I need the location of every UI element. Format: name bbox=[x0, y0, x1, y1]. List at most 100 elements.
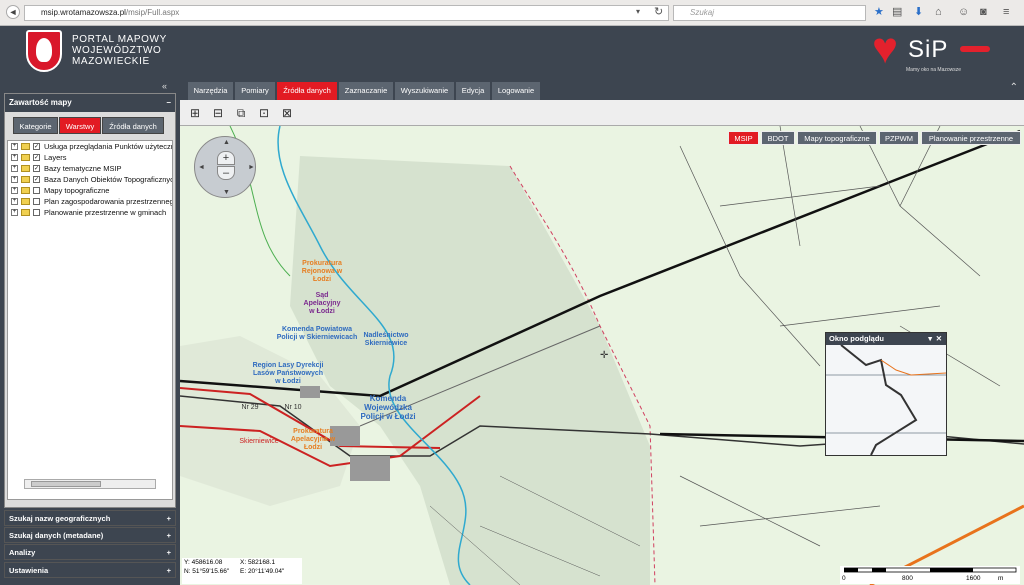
msip-logo: ♥ SiP Mamy oko na Mazowsze bbox=[872, 24, 992, 74]
tab-zrodla-danych[interactable]: Źródła danych bbox=[102, 117, 164, 134]
url-bar[interactable]: msip.wrotamazowsza.pl/msip/Full.aspx bbox=[24, 5, 669, 21]
layer-checkbox[interactable]: ✓ bbox=[33, 176, 40, 183]
expand-tree-icon[interactable]: + bbox=[11, 143, 18, 150]
pan-up-icon[interactable]: ▲ bbox=[223, 139, 230, 146]
accordion-label: Analizy bbox=[9, 548, 36, 557]
accordion-geo-names[interactable]: Szukaj nazw geograficznych + bbox=[4, 510, 176, 526]
accordion-metadata[interactable]: Szukaj danych (metadane) + bbox=[4, 527, 176, 543]
layer-folder-icon bbox=[21, 176, 30, 183]
layer-tree-item[interactable]: + Plan zagospodarowania przestrzennego bbox=[8, 196, 172, 207]
scale-label: 800 bbox=[902, 575, 913, 582]
minimize-icon[interactable]: – bbox=[167, 94, 171, 112]
zoom-in-button[interactable]: + bbox=[217, 151, 235, 165]
expand-tree-icon[interactable]: + bbox=[11, 209, 18, 216]
collapse-panel-icon[interactable]: « bbox=[162, 81, 167, 91]
map-label: Nr 10 bbox=[284, 404, 302, 411]
layer-tree-list: + ✓ Usługa przeglądania Punktów użytecznoś… bbox=[8, 141, 172, 218]
layer-tree-item[interactable]: + ✓ Layers bbox=[8, 152, 172, 163]
tab-pomiary[interactable]: Pomiary bbox=[235, 82, 276, 100]
tab-zrodla-danych-main[interactable]: Źródła danych bbox=[277, 82, 338, 100]
expand-tree-icon[interactable]: + bbox=[11, 198, 18, 205]
browser-bar: ◄ msip.wrotamazowsza.pl/msip/Full.aspx ▾… bbox=[0, 0, 1024, 26]
pocket-icon[interactable]: ◙ bbox=[980, 6, 987, 18]
map-navigation-control[interactable]: ▲ ▼ ◄ ► + – bbox=[194, 136, 256, 198]
dropdown-icon[interactable]: ▾ bbox=[928, 333, 932, 345]
layer-tree-item[interactable]: + Planowanie przestrzenne w gminach bbox=[8, 207, 172, 218]
close-icon[interactable]: ✕ bbox=[936, 333, 942, 345]
tab-kategorie[interactable]: Kategorie bbox=[13, 117, 58, 134]
layer-checkbox[interactable]: ✓ bbox=[33, 143, 40, 150]
scale-unit: m bbox=[998, 575, 1004, 582]
pan-left-icon[interactable]: ◄ bbox=[198, 164, 205, 171]
bookmark-star-icon[interactable]: ★ bbox=[874, 6, 884, 18]
add-document-icon[interactable]: ⊡ bbox=[256, 105, 272, 121]
layer-tree-item[interactable]: + ✓ Usługa przeglądania Punktów użytecznoś… bbox=[8, 141, 172, 152]
layer-button-bdot[interactable]: BDOT bbox=[761, 131, 795, 145]
accordion-analyses[interactable]: Analizy + bbox=[4, 544, 176, 560]
download-icon[interactable]: ⬇ bbox=[914, 6, 923, 18]
browser-search-input[interactable]: Szukaj bbox=[673, 5, 866, 21]
menu-icon[interactable]: ≡ bbox=[1003, 6, 1009, 18]
coordinates-readout: Y: 458616.08 X: 582168.1 N: 51°59'15.66" E… bbox=[182, 558, 302, 584]
pan-right-icon[interactable]: ► bbox=[248, 164, 255, 171]
layer-button-planowanie[interactable]: Planowanie przestrzenne bbox=[921, 131, 1021, 145]
layer-checkbox[interactable]: ✓ bbox=[33, 165, 40, 172]
mazowsze-crest-logo bbox=[26, 30, 62, 72]
add-layer-icon[interactable]: ⧉ bbox=[233, 105, 249, 121]
dropdown-icon[interactable]: ▾ bbox=[636, 6, 640, 18]
home-icon[interactable]: ⌂ bbox=[935, 6, 942, 18]
heart-icon: ♥ bbox=[872, 24, 899, 73]
chat-icon[interactable]: ☺ bbox=[958, 6, 969, 18]
zoom-out-button[interactable]: – bbox=[217, 166, 235, 180]
map-contents-panel: Zawartość mapy – Kategorie Warstwy Źródł… bbox=[4, 93, 176, 508]
expand-tree-icon[interactable]: + bbox=[11, 187, 18, 194]
map-label: Region Lasy Dyrekcji Lasów Państwowych w… bbox=[252, 362, 324, 385]
hierarchy-icon[interactable]: ⊞ bbox=[187, 105, 203, 121]
map-label: Komenda Wojewódzka Policji w Łodzi bbox=[360, 394, 416, 421]
back-icon[interactable]: ◄ bbox=[6, 5, 20, 19]
layer-checkbox[interactable] bbox=[33, 198, 40, 205]
layer-folder-icon bbox=[21, 165, 30, 172]
logo-bar bbox=[960, 46, 990, 52]
map-canvas[interactable]: ▲ ▼ ◄ ► + – MSIP BDOT Mapy topograficzne… bbox=[180, 126, 1024, 585]
layer-tree-item[interactable]: + Mapy topograficzne bbox=[8, 185, 172, 196]
layer-folder-icon bbox=[21, 187, 30, 194]
layer-checkbox[interactable] bbox=[33, 209, 40, 216]
logo-text: SiP bbox=[908, 36, 949, 63]
expand-tree-icon[interactable]: + bbox=[11, 165, 18, 172]
layer-tree-item[interactable]: + ✓ Bazy tematyczne MSIP bbox=[8, 163, 172, 174]
tab-logowanie[interactable]: Logowanie bbox=[492, 82, 541, 100]
tab-zaznaczanie[interactable]: Zaznaczanie bbox=[339, 82, 394, 100]
layer-button-topo[interactable]: Mapy topograficzne bbox=[797, 131, 877, 145]
tab-warstwy[interactable]: Warstwy bbox=[59, 117, 101, 134]
collapse-header-icon[interactable]: ⌃ bbox=[1010, 82, 1018, 93]
layer-label: Plan zagospodarowania przestrzennego bbox=[44, 197, 172, 206]
map-label: Prokuratura Rejonowa w Łodzi bbox=[301, 260, 343, 283]
map-label: Nr 29 bbox=[241, 404, 259, 411]
layer-checkbox[interactable]: ✓ bbox=[33, 154, 40, 161]
accordion-label: Szukaj nazw geograficznych bbox=[9, 514, 111, 523]
hierarchy-add-icon[interactable]: ⊟ bbox=[210, 105, 226, 121]
layer-button-pzpwm[interactable]: PZPWM bbox=[879, 131, 919, 145]
preview-window[interactable]: Okno podglądu ▾ ✕ bbox=[825, 332, 947, 456]
remove-layer-icon[interactable]: ⊠ bbox=[279, 105, 295, 121]
clipboard-icon[interactable]: ▤ bbox=[892, 6, 902, 18]
accordion-label: Szukaj danych (metadane) bbox=[9, 531, 104, 540]
expand-icon: + bbox=[166, 514, 171, 523]
expand-tree-icon[interactable]: + bbox=[11, 176, 18, 183]
reload-icon[interactable]: ↻ bbox=[654, 6, 663, 18]
pan-down-icon[interactable]: ▼ bbox=[223, 189, 230, 196]
horizontal-scrollbar[interactable] bbox=[24, 479, 156, 489]
layer-button-msip[interactable]: MSIP bbox=[728, 131, 759, 145]
tab-edycja[interactable]: Edycja bbox=[456, 82, 491, 100]
layer-checkbox[interactable] bbox=[33, 187, 40, 194]
layer-tree-item[interactable]: + ✓ Baza Danych Obiektów Topograficznych bbox=[8, 174, 172, 185]
map-label: Sąd Apelacyjny w Łodzi bbox=[303, 292, 341, 315]
tab-wyszukiwanie[interactable]: Wyszukiwanie bbox=[395, 82, 455, 100]
crosshair-cursor-icon: ✛ bbox=[600, 350, 609, 361]
accordion-settings[interactable]: Ustawienia + bbox=[4, 562, 176, 578]
tab-narzedzia[interactable]: Narzędzia bbox=[188, 82, 234, 100]
expand-icon: + bbox=[166, 548, 171, 557]
layer-folder-icon bbox=[21, 198, 30, 205]
expand-tree-icon[interactable]: + bbox=[11, 154, 18, 161]
